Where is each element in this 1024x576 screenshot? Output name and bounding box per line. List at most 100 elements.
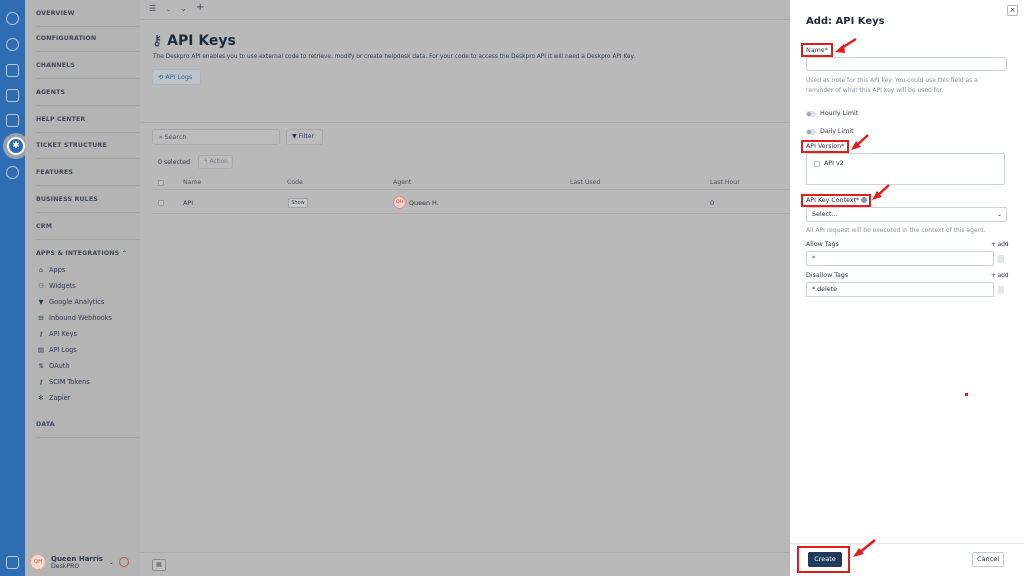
current-user[interactable]: QH Queen Harris DeskPRO ⌄ <box>30 549 140 575</box>
name-field[interactable] <box>806 57 1007 71</box>
close-icon[interactable]: × <box>1007 5 1018 16</box>
action-label: Action <box>209 159 228 165</box>
column-header-last-hour[interactable]: Last Hour <box>710 179 740 186</box>
plus-icon[interactable]: + <box>196 2 204 13</box>
user-org: DeskPRO <box>51 562 80 570</box>
api-v2-checkbox[interactable] <box>814 161 820 167</box>
notes-icon[interactable]: ▤ <box>152 559 166 571</box>
sidebar-item-label: OAuth <box>49 362 70 370</box>
page-title: ⚷ API Keys <box>152 33 236 49</box>
chevron-down-icon[interactable]: ⌄ <box>109 559 114 566</box>
nav-agents[interactable]: AGENTS <box>36 79 153 106</box>
footer-divider <box>140 552 790 553</box>
user-icon[interactable] <box>6 38 19 51</box>
chevron-down-icon[interactable]: ⌄ <box>166 6 171 13</box>
chevron-up-icon: ⌃ <box>121 250 128 257</box>
api-key-context-select[interactable]: Select... ⌄ <box>806 207 1007 222</box>
selected-count: 0 selected <box>158 159 191 166</box>
nav-help-center[interactable]: HELP CENTER <box>36 106 153 133</box>
annotation-arrow-icon <box>853 539 876 557</box>
page-title-text: API Keys <box>167 33 236 49</box>
sidebar-item-apps[interactable]: ⌂ Apps <box>37 264 65 276</box>
search-input[interactable]: ⌕ Search <box>152 129 280 145</box>
chevron-down-icon: ⌄ <box>996 211 1002 218</box>
webhook-icon: ⊟ <box>38 314 44 322</box>
history-icon: ⟲ <box>158 73 164 81</box>
sidebar-item-label: Google Analytics <box>49 298 105 306</box>
allow-tags-add-button[interactable]: + add <box>991 242 1009 248</box>
oauth-icon: ⇅ <box>38 362 44 370</box>
collapse-icon[interactable] <box>6 556 19 569</box>
chevron-down-icon[interactable]: ⌄ <box>180 4 187 13</box>
nav-crm[interactable]: CRM <box>36 213 153 240</box>
column-header-code[interactable]: Code <box>287 179 303 186</box>
column-header-last-used[interactable]: Last Used <box>570 179 600 186</box>
api-version-options: API v2 <box>806 153 1005 185</box>
sidebar-item-inbound-webhooks[interactable]: ⊟ Inbound Webhooks <box>37 312 112 324</box>
contacts-icon[interactable] <box>6 64 19 77</box>
table-divider <box>152 189 790 190</box>
top-toolbar: ☰ ⌄ ⌄ + <box>140 0 790 20</box>
nav-features[interactable]: FEATURES <box>36 159 153 186</box>
daily-limit-toggle[interactable] <box>806 129 816 135</box>
reports-icon[interactable] <box>6 114 19 127</box>
tasks-icon[interactable] <box>6 89 19 102</box>
trash-icon[interactable] <box>998 255 1004 263</box>
sidebar-item-scim-tokens[interactable]: ⚷ SCIM Tokens <box>37 376 90 388</box>
api-logs-button[interactable]: ⟲ API Logs <box>152 69 201 85</box>
row-last-hour: 0 <box>710 199 715 207</box>
disallow-tags-input[interactable]: *.delete <box>806 282 994 297</box>
sidebar-item-label: Widgets <box>49 282 76 290</box>
drawer-title: Add: API Keys <box>806 16 885 27</box>
widget-icon: ⚇ <box>38 282 44 290</box>
allow-tags-label: Allow Tags <box>806 241 839 248</box>
disallow-tags-add-button[interactable]: + add <box>991 273 1009 279</box>
nav-data[interactable]: DATA <box>36 411 153 438</box>
drawer-footer-divider <box>790 543 1024 544</box>
select-all-checkbox[interactable] <box>158 180 164 186</box>
allow-tags-input[interactable]: * <box>806 251 994 266</box>
nav-business-rules[interactable]: BUSINESS RULES <box>36 186 153 213</box>
annotation-arrow-icon <box>835 37 857 53</box>
search-icon: ⌕ <box>159 133 163 141</box>
hourly-limit-label: Hourly Limit <box>820 110 859 117</box>
column-header-name[interactable]: Name <box>183 179 201 186</box>
sidebar-item-widgets[interactable]: ⚇ Widgets <box>37 280 76 292</box>
sidebar-item-api-keys[interactable]: ⚷ API Keys <box>37 328 77 340</box>
filter-button[interactable]: ▼ Filter <box>286 129 323 145</box>
dollar-icon[interactable] <box>6 166 19 179</box>
nav-ticket-structure[interactable]: TICKET STRUCTURE <box>36 132 153 159</box>
add-api-key-drawer: Add: API Keys × Name* Used as note for t… <box>790 0 1024 576</box>
nav-apps-integrations[interactable]: APPS & INTEGRATIONS ⌃ <box>36 240 153 267</box>
user-name: Queen Harris <box>51 554 103 563</box>
sidebar-item-label: API Keys <box>49 330 77 338</box>
column-header-agent[interactable]: Agent <box>393 179 411 186</box>
row-agent: Queen H. <box>409 199 439 207</box>
sidebar-item-oauth[interactable]: ⇅ OAuth <box>37 360 70 372</box>
trash-icon[interactable] <box>998 286 1004 294</box>
cancel-button[interactable]: Cancel <box>972 552 1004 567</box>
sidebar-item-label: Zapier <box>49 394 71 402</box>
admin-sidebar: OVERVIEW CONFIGURATION CHANNELS AGENTS H… <box>25 0 153 576</box>
show-code-button[interactable]: Show <box>288 198 308 208</box>
menu-icon[interactable]: ☰ <box>149 4 156 13</box>
action-button[interactable]: ϟ Action <box>198 155 233 169</box>
sidebar-item-api-logs[interactable]: ▤ API Logs <box>37 344 77 356</box>
zapier-icon: ✻ <box>38 394 44 402</box>
highlight-box <box>801 43 833 57</box>
sidebar-item-google-analytics[interactable]: ▼ Google Analytics <box>37 296 105 308</box>
agent-avatar: QH <box>393 196 406 209</box>
annotation-arrow-icon <box>851 134 869 150</box>
log-icon: ▤ <box>37 346 45 354</box>
hourly-limit-toggle[interactable] <box>806 111 816 117</box>
nav-overview[interactable]: OVERVIEW <box>36 0 153 27</box>
nav-configuration[interactable]: CONFIGURATION <box>36 25 153 52</box>
context-help: All API request will be executed in the … <box>806 227 986 234</box>
table-divider <box>152 213 790 214</box>
sidebar-item-zapier[interactable]: ✻ Zapier <box>37 392 70 404</box>
api-logs-label: API Logs <box>165 73 193 81</box>
row-checkbox[interactable] <box>158 200 164 206</box>
status-icon[interactable] <box>118 557 129 567</box>
nav-channels[interactable]: CHANNELS <box>36 52 153 79</box>
chat-icon[interactable] <box>6 12 19 25</box>
